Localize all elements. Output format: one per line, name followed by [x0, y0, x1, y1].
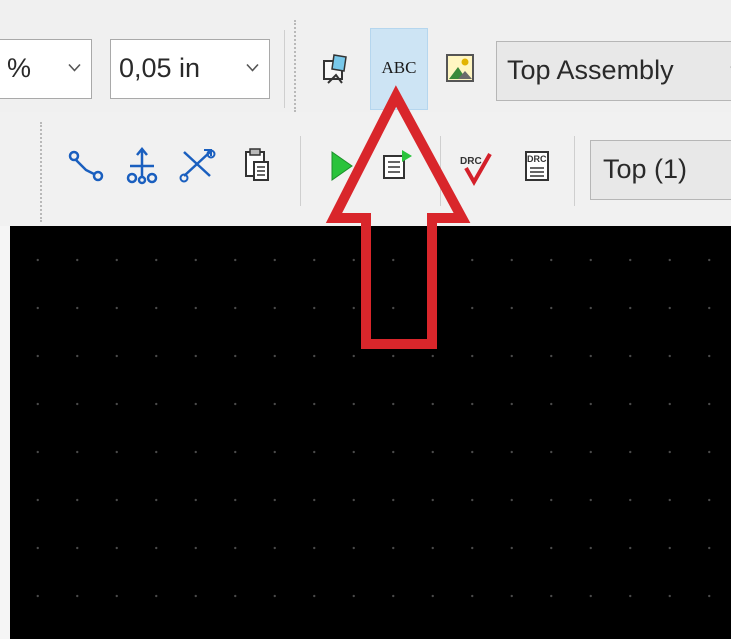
swap-button[interactable]: [174, 142, 224, 198]
picture-icon: [446, 54, 474, 82]
place-text-label: ABC: [381, 58, 417, 77]
swap-icon: [179, 149, 216, 183]
zoom-combo-value: %: [7, 53, 32, 83]
toolbar-separator: [300, 136, 301, 206]
toolbar-row-1: % 0,05 in ABC Top Assembly: [0, 0, 731, 113]
chevron-down-icon: [68, 63, 81, 72]
grid-size-value: 0,05 in: [119, 53, 201, 83]
toolbar-row-2: DRC DRC Top (1): [0, 112, 731, 226]
zoom-combo[interactable]: %: [0, 39, 92, 99]
drc-report-button[interactable]: DRC: [512, 142, 562, 198]
abc-text-icon: ABC: [371, 58, 427, 78]
window-left-edge: [0, 226, 10, 639]
netlist-button[interactable]: [232, 142, 282, 198]
fanout-button[interactable]: [118, 142, 168, 198]
report-icon: [383, 150, 412, 179]
drc-check-button[interactable]: DRC: [452, 142, 502, 198]
drc-report-icon: DRC: [525, 151, 549, 181]
place-picture-button[interactable]: [436, 43, 486, 99]
layer-set-value: Top Assembly: [507, 55, 674, 85]
place-text-button[interactable]: ABC: [370, 28, 428, 110]
report-button[interactable]: [372, 142, 422, 198]
toolbar-grip[interactable]: [40, 122, 42, 222]
play-icon: [331, 151, 353, 181]
toolbar-separator: [284, 30, 285, 108]
place-component-button[interactable]: [314, 43, 364, 99]
pcb-editor-window: % 0,05 in ABC Top Assembly DRC DRC Top (…: [0, 0, 731, 639]
route-track-button[interactable]: [62, 142, 112, 198]
pcb-canvas[interactable]: [10, 226, 731, 639]
toolbar-separator: [440, 136, 441, 206]
active-layer-value: Top (1): [603, 154, 688, 184]
clipboard-icon: [245, 148, 269, 181]
route-icon: [68, 150, 104, 182]
toolbar-separator: [574, 136, 575, 206]
fanout-icon: [126, 147, 158, 185]
drc-report-label: DRC: [527, 154, 547, 164]
grid-size-combo[interactable]: 0,05 in: [110, 39, 270, 99]
toolbar-grip[interactable]: [294, 20, 296, 112]
active-layer-combo[interactable]: Top (1): [590, 140, 731, 200]
run-button[interactable]: [318, 142, 368, 198]
drc-check-icon: DRC: [460, 153, 492, 187]
chevron-down-icon: [246, 63, 259, 72]
drc-check-label: DRC: [460, 156, 482, 167]
layer-set-combo[interactable]: Top Assembly: [496, 41, 731, 101]
component-place-icon: [323, 54, 347, 84]
